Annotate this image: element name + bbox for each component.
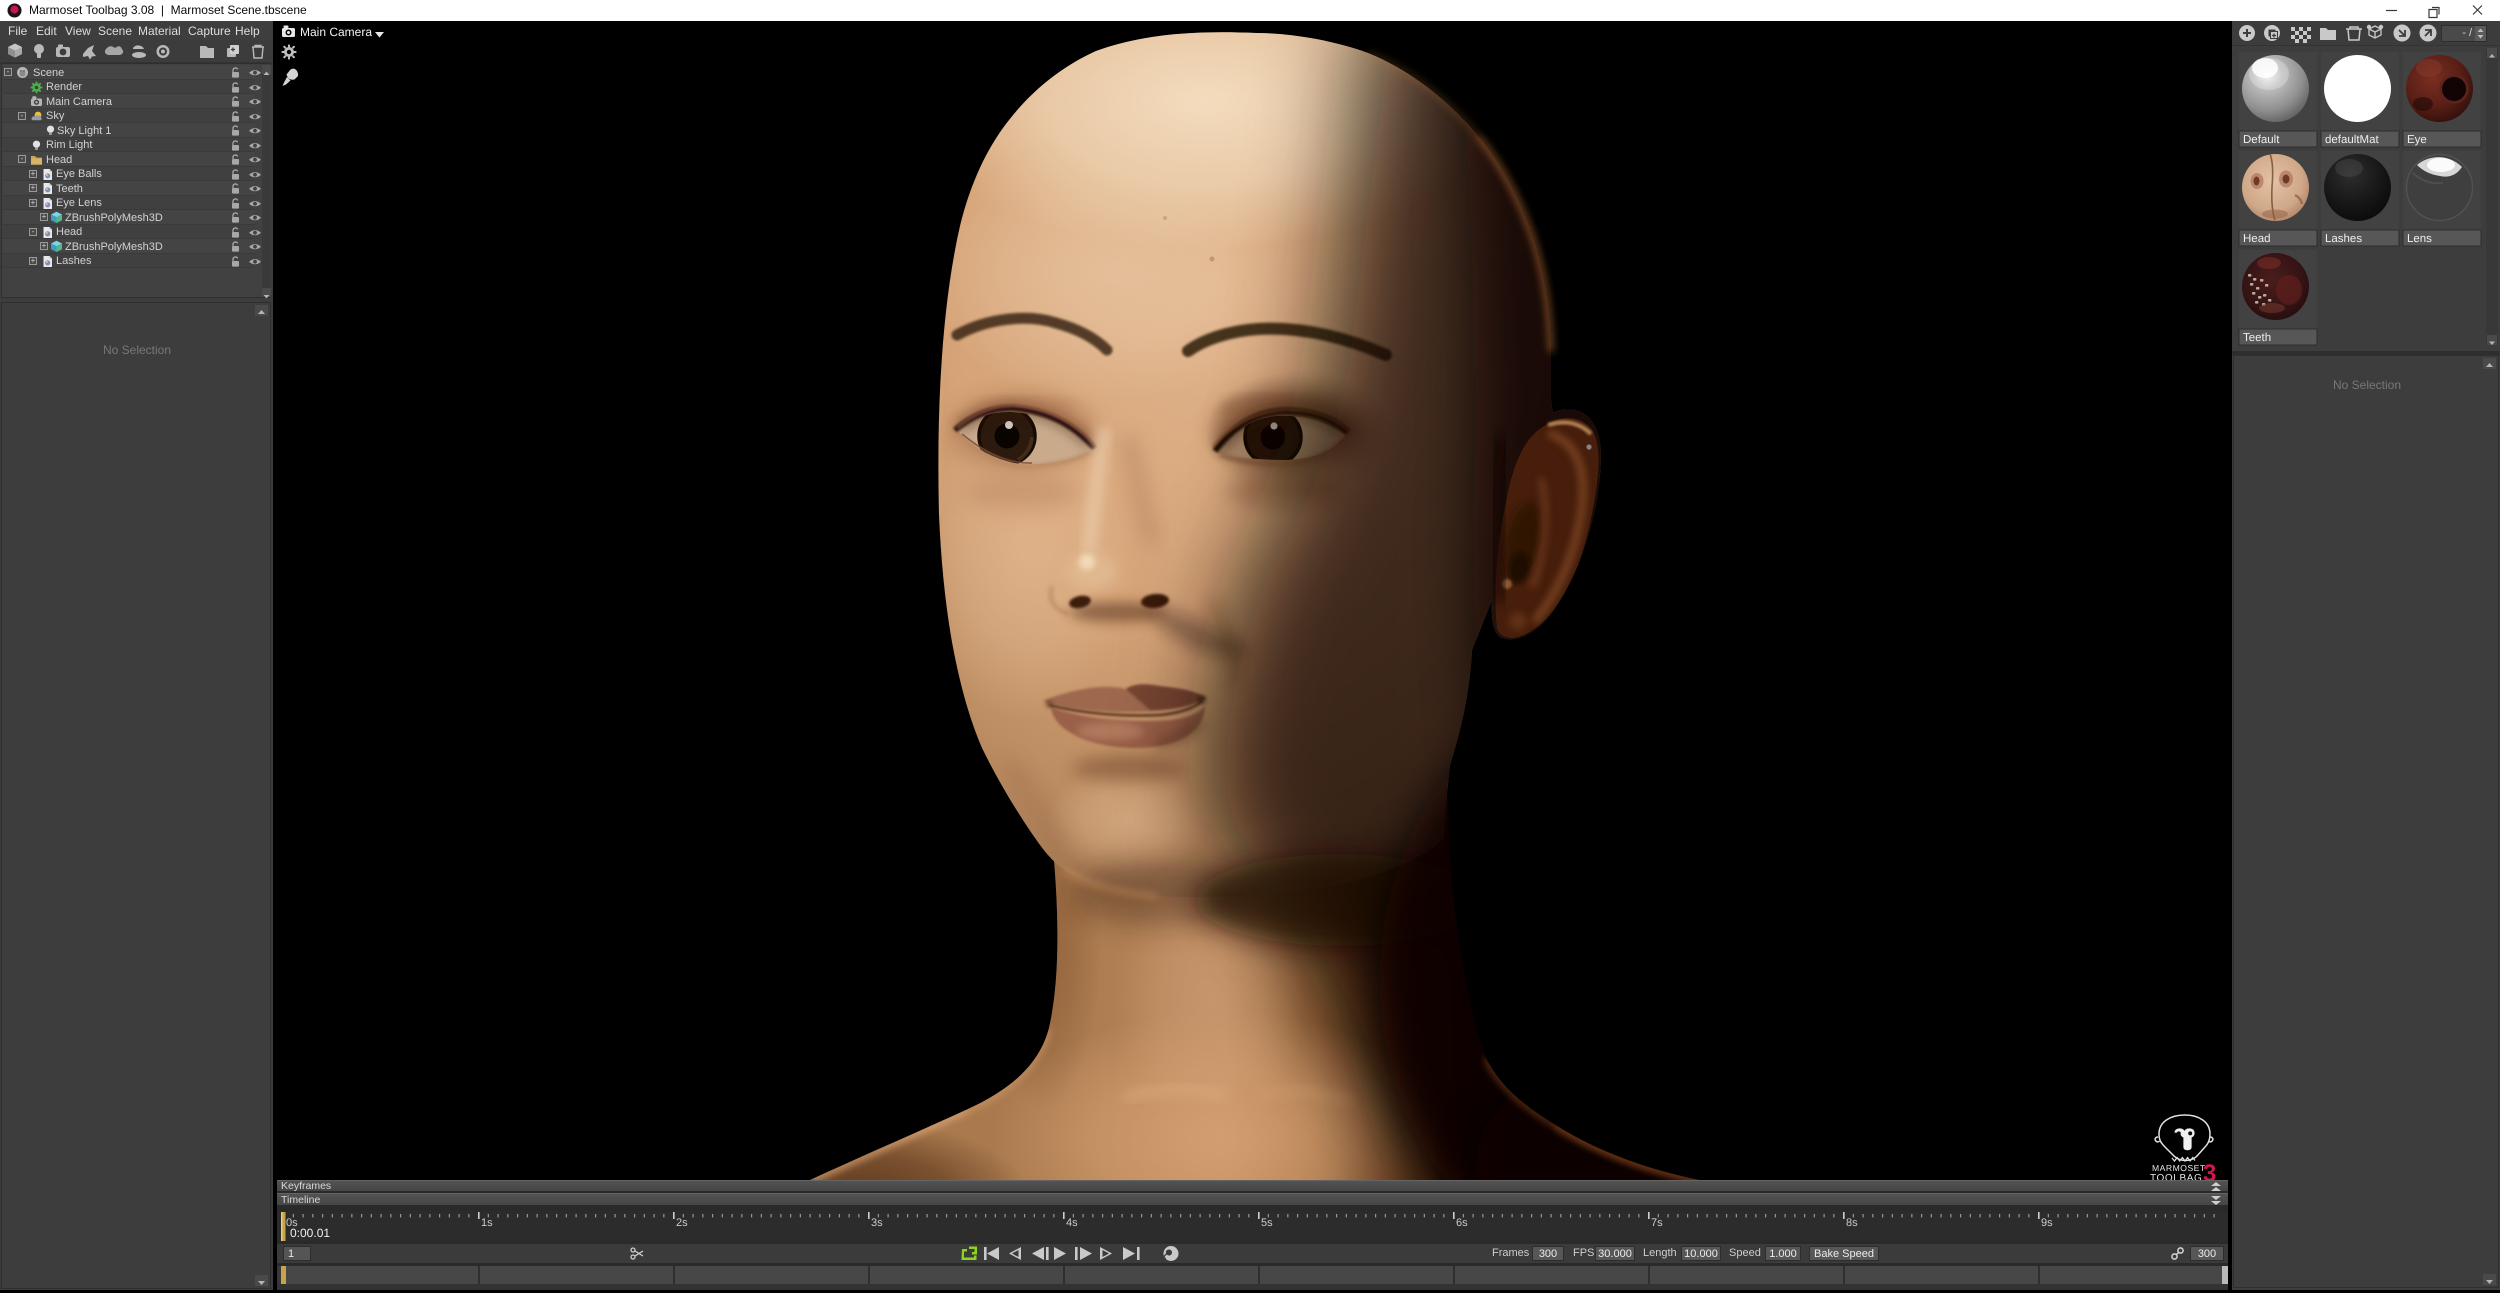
svg-text:Eye: Eye <box>2407 134 2427 146</box>
svg-text:1s: 1s <box>481 1217 493 1229</box>
svg-text:4s: 4s <box>1066 1217 1078 1229</box>
svg-text:Default: Default <box>2243 134 2280 146</box>
svg-text:Lashes: Lashes <box>2325 233 2362 245</box>
svg-text:8s: 8s <box>1846 1217 1858 1229</box>
svg-text:7s: 7s <box>1651 1217 1663 1229</box>
svg-text:6s: 6s <box>1456 1217 1468 1229</box>
svg-text:5s: 5s <box>1261 1217 1273 1229</box>
svg-text:MARMOSET: MARMOSET <box>2152 1163 2206 1173</box>
svg-text:9s: 9s <box>2041 1217 2053 1229</box>
svg-text:0:00.01: 0:00.01 <box>290 1226 330 1240</box>
svg-text:Teeth: Teeth <box>2243 332 2271 344</box>
svg-text:defaultMat: defaultMat <box>2325 134 2380 146</box>
svg-text:2s: 2s <box>676 1217 688 1229</box>
svg-text:Head: Head <box>2243 233 2271 245</box>
svg-text:3s: 3s <box>871 1217 883 1229</box>
svg-text:Lens: Lens <box>2407 233 2432 245</box>
